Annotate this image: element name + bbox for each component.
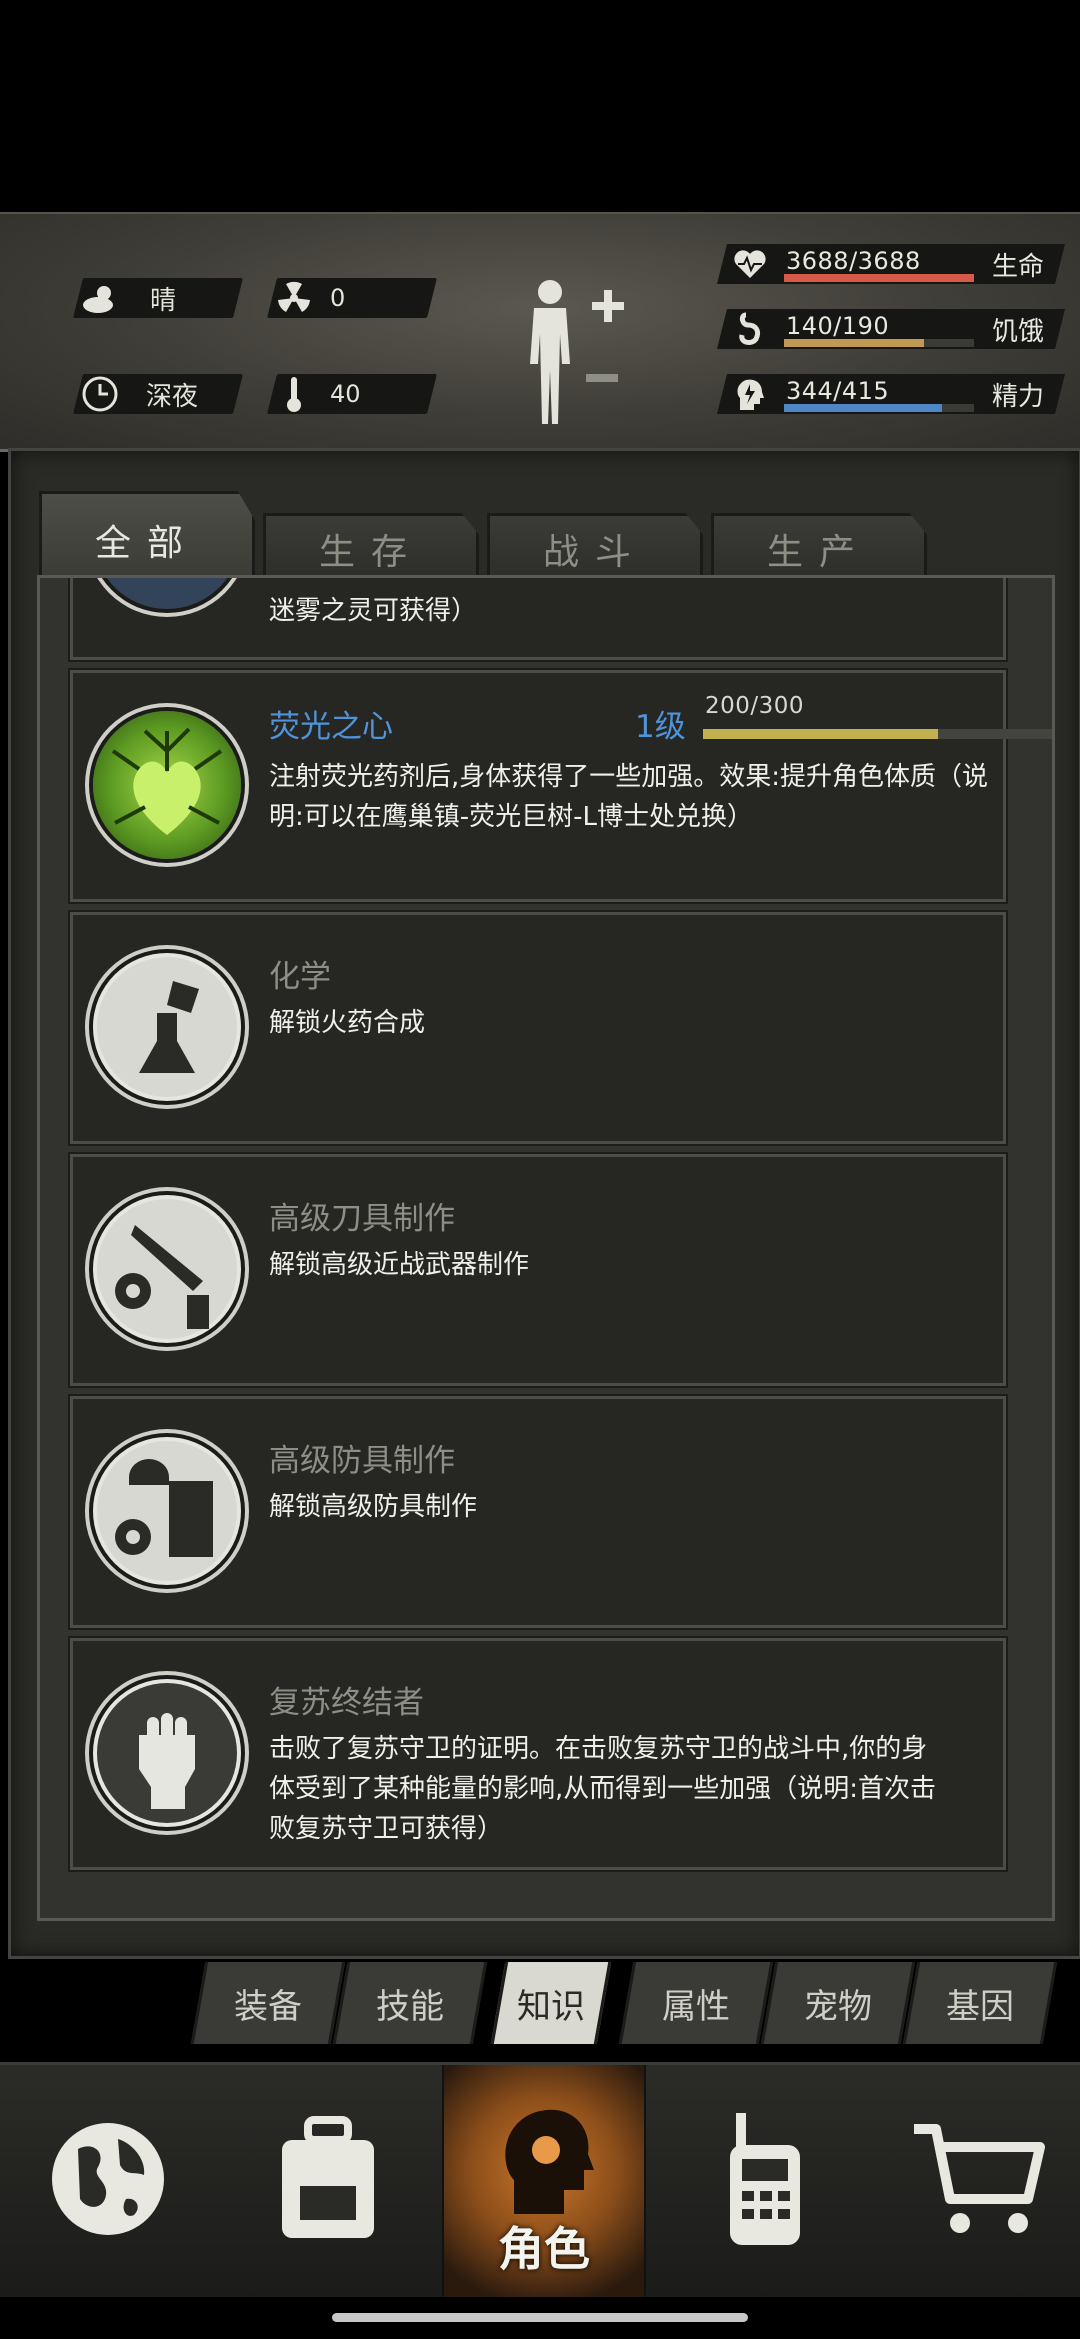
time-chip: 深夜 bbox=[73, 374, 243, 414]
vital-energy: 344/415 精力 bbox=[717, 374, 1065, 418]
list-item[interactable]: 高级刀具制作 解锁高级近战武器制作 bbox=[68, 1152, 1008, 1388]
list-item[interactable]: 化学 解锁火药合成 bbox=[68, 910, 1008, 1146]
nav-backpack[interactable] bbox=[228, 2065, 428, 2297]
home-indicator[interactable] bbox=[332, 2313, 748, 2322]
list-item[interactable]: 复苏终结者 击败了复苏守卫的证明。在击败复苏守卫的战斗中,你的身体受到了某种能量… bbox=[68, 1636, 1008, 1872]
heart-pulse-icon bbox=[732, 246, 768, 282]
xp-progress-bar bbox=[703, 729, 938, 739]
knife-crafting-icon bbox=[93, 1195, 241, 1343]
body-status-figure[interactable] bbox=[520, 274, 630, 434]
walkie-talkie-icon bbox=[716, 2109, 816, 2253]
weather-text: 晴 bbox=[150, 285, 177, 316]
radiation-chip: 0 bbox=[267, 278, 437, 318]
clock-icon bbox=[78, 374, 122, 414]
nav-radio[interactable] bbox=[666, 2065, 866, 2297]
subtab-genes[interactable]: 基因 bbox=[902, 1962, 1058, 2044]
nav-character[interactable]: 角色 bbox=[442, 2065, 646, 2297]
nav-world[interactable] bbox=[8, 2065, 208, 2297]
temperature-chip: 40 bbox=[267, 374, 437, 414]
time-text: 深夜 bbox=[146, 381, 199, 412]
knowledge-list[interactable]: 迷雾之灵可获得） 荧光之心 1级 200/300 注射荧光药剂后,身体获得了一些… bbox=[37, 575, 1055, 1921]
status-panel: 晴 0 深夜 40 3688/3688 生命 140/190 饥饿 344/41… bbox=[0, 212, 1080, 452]
temperature-value: 40 bbox=[330, 380, 361, 408]
glowing-heart-icon bbox=[93, 711, 241, 859]
vital-health: 3688/3688 生命 bbox=[717, 244, 1065, 288]
bottom-navigation: 角色 bbox=[0, 2062, 1080, 2297]
character-subnav: 装备 技能 知识 属性 宠物 基因 bbox=[190, 1962, 1068, 2044]
stomach-icon bbox=[732, 311, 768, 347]
radiation-icon bbox=[272, 278, 316, 318]
shopping-cart-icon bbox=[910, 2119, 1050, 2243]
list-item[interactable]: 迷雾之灵可获得） bbox=[68, 578, 1008, 662]
nav-character-label: 角色 bbox=[498, 2222, 590, 2276]
subtab-pets[interactable]: 宠物 bbox=[760, 1962, 916, 2044]
minus-icon bbox=[586, 374, 618, 382]
nav-shop[interactable] bbox=[880, 2065, 1080, 2297]
globe-icon bbox=[48, 2119, 168, 2243]
weather-icon bbox=[78, 278, 122, 318]
subtab-knowledge[interactable]: 知识 bbox=[490, 1962, 612, 2044]
chemistry-flask-icon bbox=[93, 953, 241, 1101]
head-energy-icon bbox=[732, 376, 768, 412]
list-item[interactable]: 高级防具制作 解锁高级防具制作 bbox=[68, 1394, 1008, 1630]
energy-bar bbox=[784, 404, 942, 412]
category-tabs: 全部 生存 战斗 生产 bbox=[39, 491, 939, 589]
radiation-value: 0 bbox=[330, 284, 346, 312]
backpack-icon bbox=[268, 2114, 388, 2248]
partial-icon bbox=[93, 578, 241, 609]
thermometer-icon bbox=[272, 374, 316, 414]
knowledge-panel: 全部 生存 战斗 生产 迷雾之灵可获得） 荧光之心 1级 200/300 注射荧… bbox=[8, 448, 1080, 1959]
subtab-equipment[interactable]: 装备 bbox=[190, 1962, 346, 2044]
hunger-bar bbox=[784, 339, 924, 347]
character-head-icon bbox=[484, 2094, 604, 2228]
health-bar bbox=[784, 274, 974, 282]
subtab-attributes[interactable]: 属性 bbox=[618, 1962, 774, 2044]
armor-crafting-icon bbox=[93, 1437, 241, 1585]
vital-hunger: 140/190 饥饿 bbox=[717, 309, 1065, 353]
weather-chip: 晴 bbox=[73, 278, 243, 318]
list-item[interactable]: 荧光之心 1级 200/300 注射荧光药剂后,身体获得了一些加强。效果:提升角… bbox=[68, 668, 1052, 904]
subtab-skills[interactable]: 技能 bbox=[332, 1962, 488, 2044]
fist-icon bbox=[93, 1679, 241, 1827]
